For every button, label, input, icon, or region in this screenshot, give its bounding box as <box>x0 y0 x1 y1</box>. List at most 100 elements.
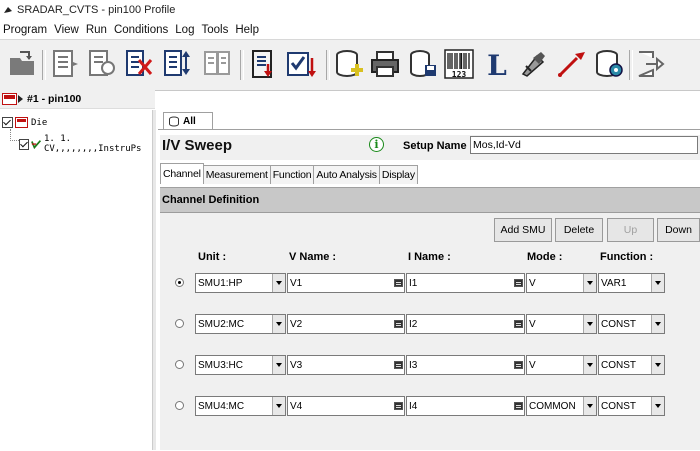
iname-input[interactable]: I3 <box>406 355 525 375</box>
sort-list-button[interactable] <box>160 46 194 82</box>
dropdown-arrow-icon[interactable] <box>583 315 596 333</box>
keyboard-icon[interactable] <box>394 402 403 410</box>
info-icon[interactable]: i <box>369 137 384 152</box>
keyboard-icon[interactable] <box>514 279 523 287</box>
dropdown-arrow-icon[interactable] <box>651 356 664 374</box>
tab-measurement[interactable]: Measurement <box>202 165 271 184</box>
channel-definition-bar: Channel Definition <box>160 187 700 214</box>
menu-tools[interactable]: Tools <box>198 24 232 36</box>
mode-select[interactable]: COMMON <box>526 396 597 416</box>
mode-header: Mode : <box>527 251 563 263</box>
compare-icon <box>204 51 230 75</box>
dropdown-arrow-icon[interactable] <box>272 397 285 415</box>
delete-list-icon <box>126 50 153 76</box>
function-select[interactable]: VAR1 <box>598 273 665 293</box>
list-doc-button[interactable] <box>48 46 82 82</box>
keyboard-icon[interactable] <box>514 402 523 410</box>
die-checkbox[interactable] <box>2 117 13 128</box>
iname-input[interactable]: I1 <box>406 273 525 293</box>
unit-select[interactable]: SMU3:HC <box>195 355 286 375</box>
dropdown-arrow-icon[interactable] <box>272 315 285 333</box>
tab-display[interactable]: Display <box>378 165 418 184</box>
barcode-button[interactable]: 123 <box>442 46 476 82</box>
letter-l-button[interactable]: L <box>480 46 514 82</box>
keyboard-icon[interactable] <box>394 361 403 369</box>
vname-value: V3 <box>290 359 303 371</box>
database-save-icon <box>410 50 436 77</box>
copy-doc-button[interactable] <box>84 46 118 82</box>
export-list-button[interactable] <box>246 46 280 82</box>
menu-program[interactable]: Program <box>0 24 51 36</box>
up-button[interactable]: Up <box>607 218 654 242</box>
tree-item-cv[interactable]: 1. 1. CV,,,,,,,,InstruPs <box>19 134 155 154</box>
keyboard-icon[interactable] <box>514 320 523 328</box>
barcode-icon: 123 <box>444 49 474 79</box>
tab-all[interactable]: All <box>163 112 213 130</box>
database-add-button[interactable] <box>332 46 366 82</box>
compare-button[interactable] <box>200 46 234 82</box>
tab-channel[interactable]: Channel <box>160 163 204 184</box>
cv-checkbox[interactable] <box>19 138 29 150</box>
dropdown-arrow-icon[interactable] <box>272 356 285 374</box>
delete-list-button[interactable] <box>122 46 156 82</box>
mode-select[interactable]: V <box>526 273 597 293</box>
vname-input[interactable]: V1 <box>287 273 405 293</box>
tools-icon <box>521 52 545 77</box>
dropdown-arrow-icon[interactable] <box>651 315 664 333</box>
tab-function[interactable]: Function <box>269 165 315 184</box>
dropdown-arrow-icon[interactable] <box>583 397 596 415</box>
open-folder-button[interactable] <box>6 46 40 82</box>
unit-select[interactable]: SMU1:HP <box>195 273 286 293</box>
menu-conditions[interactable]: Conditions <box>111 24 172 36</box>
row-select-radio[interactable] <box>175 319 184 328</box>
menu-help[interactable]: Help <box>232 24 263 36</box>
iname-value: I4 <box>409 400 418 412</box>
mode-select[interactable]: V <box>526 314 597 334</box>
menu-view[interactable]: View <box>51 24 83 36</box>
menu-log[interactable]: Log <box>172 24 198 36</box>
keyboard-icon[interactable] <box>394 279 403 287</box>
tree-item-die[interactable]: Die <box>2 117 47 128</box>
dropdown-arrow-icon[interactable] <box>583 356 596 374</box>
function-select[interactable]: CONST <box>598 396 665 416</box>
vname-input[interactable]: V4 <box>287 396 405 416</box>
mode-value: COMMON <box>529 400 576 412</box>
function-select[interactable]: CONST <box>598 314 665 334</box>
database-save-button[interactable] <box>406 46 440 82</box>
row-select-radio[interactable] <box>175 278 184 287</box>
dropdown-arrow-icon[interactable] <box>651 274 664 292</box>
unit-select[interactable]: SMU4:MC <box>195 396 286 416</box>
iname-input[interactable]: I4 <box>406 396 525 416</box>
row-select-radio[interactable] <box>175 401 184 410</box>
mode-value: V <box>529 318 536 330</box>
setup-name-input[interactable]: Mos,Id-Vd <box>470 136 698 154</box>
add-smu-button[interactable]: Add SMU <box>494 218 552 242</box>
down-button[interactable]: Down <box>657 218 700 242</box>
probe-button[interactable] <box>554 46 588 82</box>
delete-button[interactable]: Delete <box>555 218 603 242</box>
tab-auto-analysis[interactable]: Auto Analysis <box>313 165 380 184</box>
keyboard-icon[interactable] <box>514 361 523 369</box>
menu-run[interactable]: Run <box>83 24 111 36</box>
tools-button[interactable] <box>516 46 550 82</box>
dropdown-arrow-icon[interactable] <box>583 274 596 292</box>
dropdown-arrow-icon[interactable] <box>651 397 664 415</box>
function-select[interactable]: CONST <box>598 355 665 375</box>
checklist-button[interactable] <box>284 46 318 82</box>
iname-input[interactable]: I2 <box>406 314 525 334</box>
vname-input[interactable]: V3 <box>287 355 405 375</box>
database-gear-button[interactable] <box>592 46 626 82</box>
exit-button[interactable] <box>634 46 668 82</box>
unit-select[interactable]: SMU2:MC <box>195 314 286 334</box>
tree-splitter[interactable] <box>152 110 156 450</box>
die-icon <box>15 117 28 128</box>
vname-input[interactable]: V2 <box>287 314 405 334</box>
row-select-radio[interactable] <box>175 360 184 369</box>
app-icon <box>4 7 12 13</box>
subtab-bar: Channel Measurement Function Auto Analys… <box>160 163 418 184</box>
keyboard-icon[interactable] <box>394 320 403 328</box>
function-value: CONST <box>601 359 636 371</box>
printer-button[interactable] <box>368 46 402 82</box>
dropdown-arrow-icon[interactable] <box>272 274 285 292</box>
mode-select[interactable]: V <box>526 355 597 375</box>
